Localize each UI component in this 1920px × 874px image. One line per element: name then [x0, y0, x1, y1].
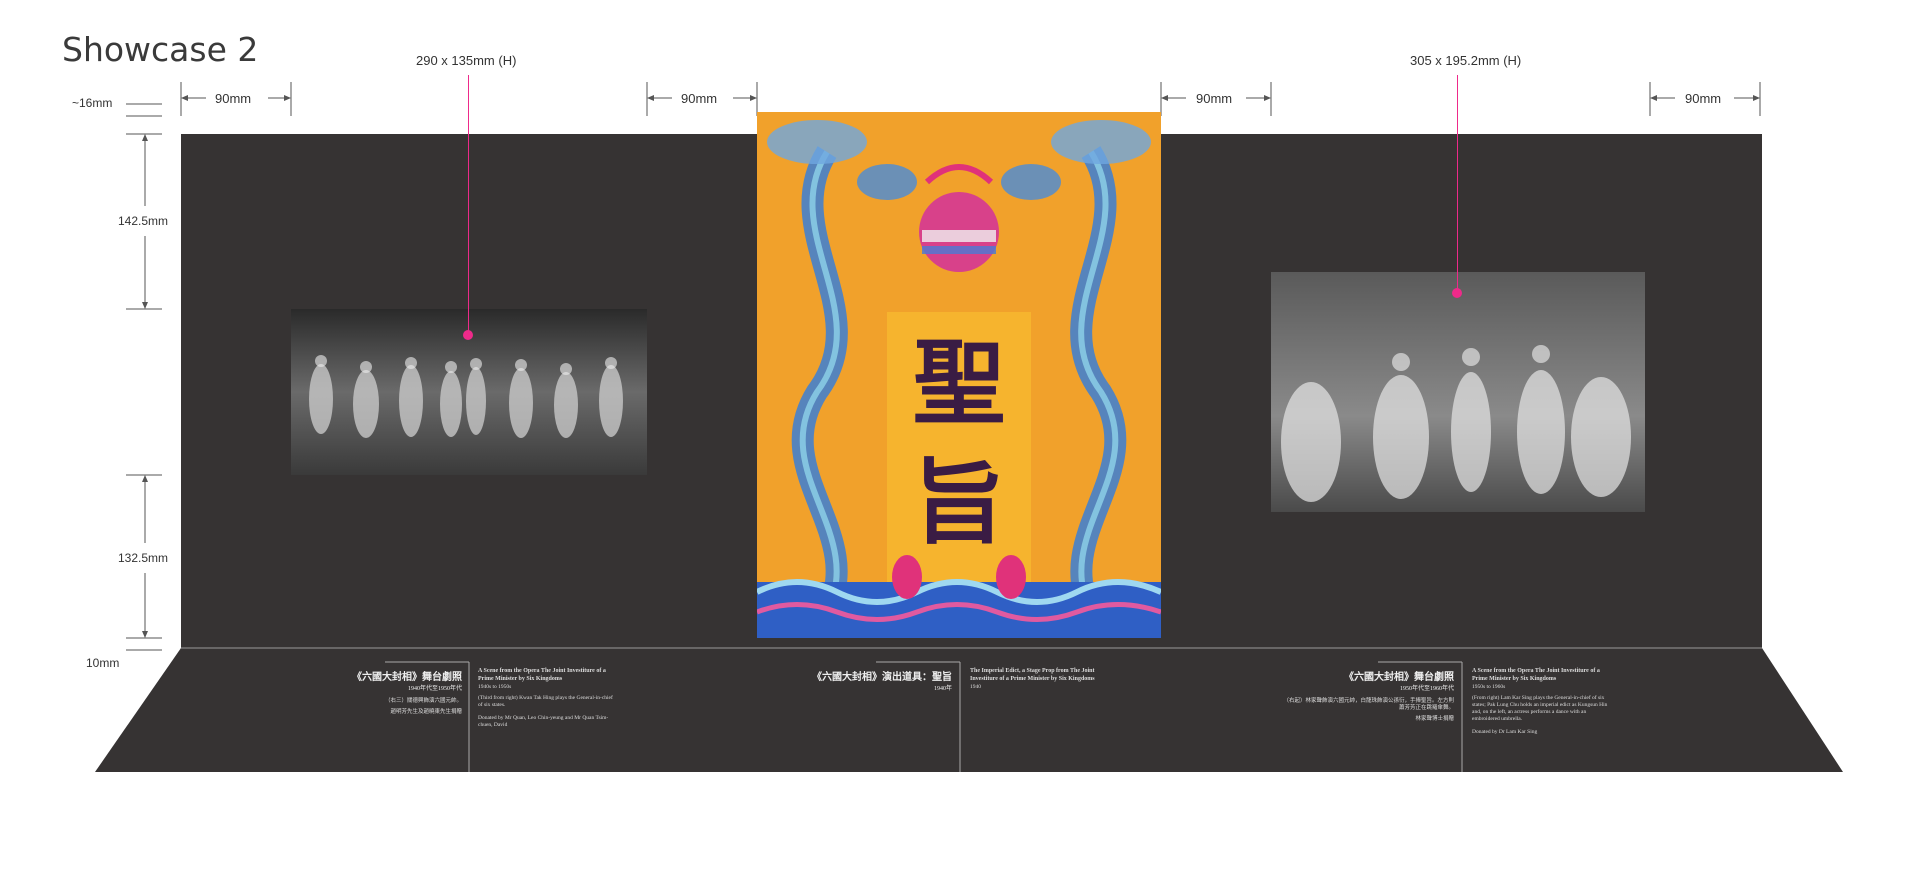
label-caption: (From right) Lam Kar Sing plays the Gene… — [1472, 694, 1608, 723]
right-label-english: A Scene from the Opera The Joint Investi… — [1472, 668, 1612, 736]
right-label-chinese: 《六國大封相》舞台劇照 1950年代至1960年代 （右起）林家聲飾演六國元帥，… — [1280, 668, 1454, 723]
edict-character-2: 旨 — [912, 449, 1005, 557]
label-caption: （右起）林家聲飾演六國元帥，白龍珠飾演公孫衍，手捧聖旨。左方則蕭芳芳正在跳羅傘舞… — [1283, 698, 1454, 712]
gap-label: 90mm — [1196, 91, 1233, 106]
label-title: 《六國大封相》舞台劇照 — [1344, 672, 1454, 683]
label-title: 《六國大封相》舞台劇照 — [352, 672, 462, 683]
right-hang-point-dot — [1452, 288, 1462, 298]
label-title: A Scene from the Opera The Joint Investi… — [1472, 668, 1600, 682]
label-donor: Donated by Dr Lam Kar Sing — [1472, 729, 1538, 736]
gap-label: 90mm — [1685, 91, 1722, 106]
edict-character-1: 聖 — [912, 329, 1005, 437]
imperial-edict-image: 聖 旨 — [757, 112, 1161, 638]
label-date: 1940s to 1950s — [478, 683, 512, 690]
center-label-english: The Imperial Edict, a Stage Prop from Th… — [970, 668, 1100, 691]
top-margin-label: ~16mm — [72, 96, 113, 110]
label-date: 1950年代至1960年代 — [1399, 686, 1454, 692]
label-title: The Imperial Edict, a Stage Prop from Th… — [970, 668, 1095, 682]
center-label-chinese: 《六國大封相》演出道具：聖旨 1940年 — [770, 668, 952, 692]
label-donor: Donated by Mr Quan, Leo Chin-yeung and M… — [478, 715, 609, 729]
left-hang-point-dot — [463, 330, 473, 340]
label-caption: (Third from right) Kwan Tak Hing plays t… — [478, 694, 613, 708]
left-label-english: A Scene from the Opera The Joint Investi… — [478, 668, 618, 729]
label-caption: （右三）關德興飾演六國元帥。 — [384, 698, 462, 704]
label-date: 1940 — [970, 683, 981, 690]
label-date: 1940年 — [933, 686, 952, 692]
left-photo-size: 290 x 135mm (H) — [416, 53, 517, 68]
right-photo-size: 305 x 195.2mm (H) — [1410, 53, 1522, 68]
upper-offset-label: 142.5mm — [118, 214, 169, 228]
label-donor: 林家聲博士捐贈 — [1415, 716, 1454, 723]
label-title: 《六國大封相》演出道具：聖旨 — [812, 672, 952, 683]
label-date: 1940年代至1950年代 — [407, 686, 462, 692]
right-pin-line — [1457, 75, 1458, 293]
gap-label: 90mm — [681, 91, 718, 106]
right-stage-photo — [1271, 272, 1645, 512]
label-date: 1950s to 1960s — [1472, 683, 1506, 690]
left-label-chinese: 《六國大封相》舞台劇照 1940年代至1950年代 （右三）關德興飾演六國元帥。… — [290, 668, 462, 716]
left-pin-line — [468, 75, 469, 335]
base-margin-label: 10mm — [86, 656, 120, 670]
gap-label: 90mm — [215, 91, 252, 106]
label-donor: 趙明芳先生及趙曉東先生捐贈 — [390, 709, 462, 716]
label-title: A Scene from the Opera The Joint Investi… — [478, 668, 606, 682]
lower-offset-label: 132.5mm — [118, 551, 169, 565]
